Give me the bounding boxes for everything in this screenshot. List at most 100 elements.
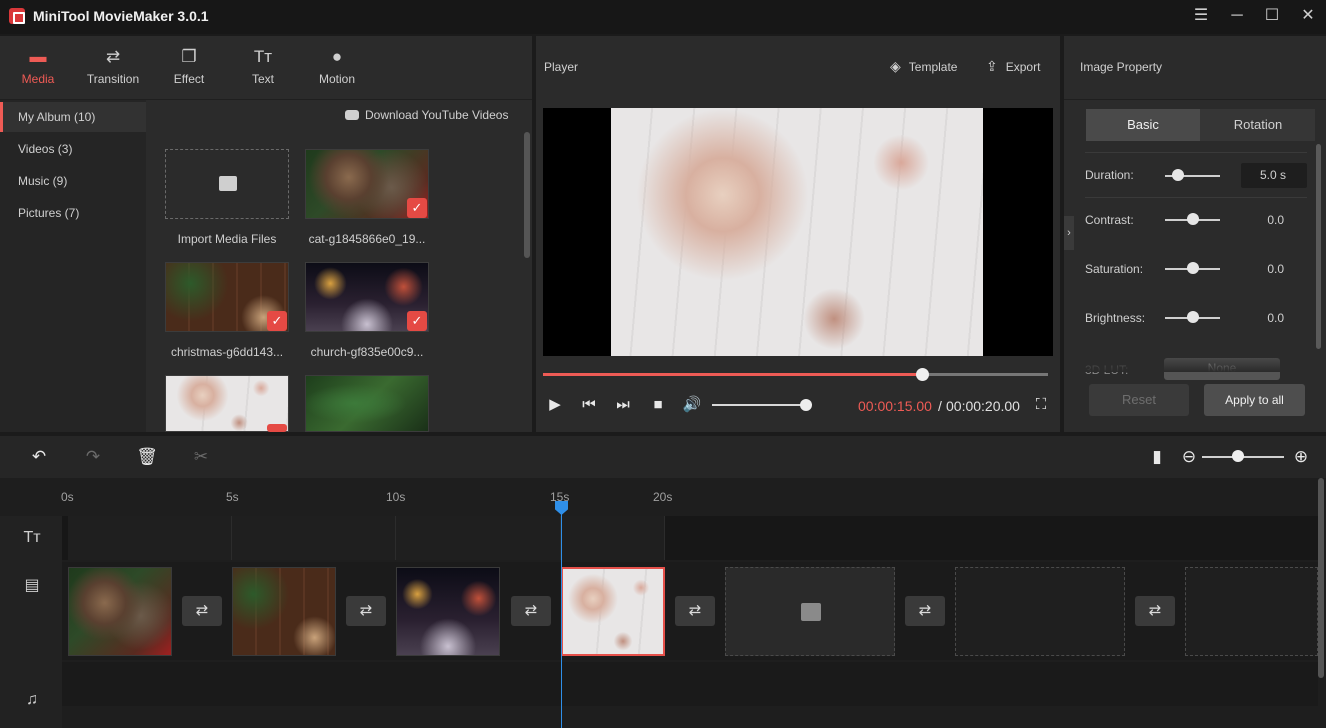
saturation-handle[interactable]	[1187, 262, 1199, 274]
contrast-value: 0.0	[1244, 213, 1284, 227]
delete-icon[interactable]: 🗑	[136, 446, 158, 468]
tab-label: Effect	[174, 72, 204, 86]
tab-transition[interactable]: ⇄ Transition	[78, 46, 148, 86]
album-item-videos[interactable]: Videos (3)	[0, 134, 146, 164]
transition-slot-icon[interactable]: ⇄	[905, 596, 945, 626]
timeline-scrollbar[interactable]	[1318, 478, 1324, 678]
tab-text[interactable]: Tт Text	[228, 46, 298, 86]
album-item-music[interactable]: Music (9)	[0, 166, 146, 196]
effect-icon: ❐	[154, 46, 224, 68]
media-scrollbar[interactable]	[524, 132, 530, 258]
saturation-value: 0.0	[1244, 262, 1284, 276]
collapse-panel-icon[interactable]: ›	[1064, 216, 1074, 250]
volume-icon[interactable]: 🔊	[682, 396, 702, 414]
duration-value: 5.0 s	[1246, 168, 1286, 182]
text-segment[interactable]	[561, 516, 665, 560]
youtube-icon	[345, 110, 359, 120]
audio-track[interactable]	[62, 662, 1318, 706]
text-icon: Tт	[228, 46, 298, 68]
minimize-icon[interactable]: ─	[1227, 6, 1247, 26]
volume-slider[interactable]	[712, 404, 806, 406]
empty-clip-slot[interactable]	[955, 567, 1125, 656]
redo-icon[interactable]: ↷	[82, 446, 104, 468]
brightness-label: Brightness:	[1085, 311, 1145, 325]
fit-timeline-icon[interactable]: ▮	[1146, 446, 1168, 468]
transition-slot-icon[interactable]: ⇄	[182, 596, 222, 626]
stop-icon[interactable]: ■	[648, 396, 668, 414]
media-panel: ▬ Media ⇄ Transition ❐ Effect Tт Text ● …	[0, 36, 532, 432]
title-bar: MiniTool MovieMaker 3.0.1 ☰ ─ ☐ ✕	[0, 0, 1326, 34]
export-label: Export	[1006, 60, 1041, 74]
reset-button[interactable]: Reset	[1089, 384, 1189, 416]
zoom-out-icon[interactable]: ⊖	[1178, 446, 1200, 468]
app-title: MiniTool MovieMaker 3.0.1	[33, 8, 209, 24]
media-thumb-leaf[interactable]	[305, 375, 429, 432]
timeline-clip-cat[interactable]	[68, 567, 172, 656]
playback-progress[interactable]	[543, 373, 1048, 376]
current-time: 00:00:15.00	[858, 398, 932, 414]
timeline-clip-church[interactable]	[396, 567, 500, 656]
previous-frame-icon[interactable]: ⏮	[579, 396, 599, 414]
text-segment[interactable]	[396, 516, 561, 560]
brightness-handle[interactable]	[1187, 311, 1199, 323]
video-track[interactable]: ⇄ ⇄ ⇄ ⇄ ⇄ ⇄	[62, 562, 1318, 660]
player-panel: Player ◈Template ⇪ Export ▶ ⏮ ⏭ ■ 🔊 00:00…	[536, 36, 1060, 432]
total-time: 00:00:20.00	[946, 398, 1020, 414]
maximize-icon[interactable]: ☐	[1262, 6, 1282, 26]
layers-icon: ◈	[890, 58, 901, 74]
album-item-my-album[interactable]: My Album (10)	[0, 102, 146, 132]
check-icon: ✓	[407, 198, 427, 218]
download-youtube-link[interactable]: Download YouTube Videos	[345, 108, 508, 122]
transition-slot-icon[interactable]: ⇄	[346, 596, 386, 626]
empty-clip-slot[interactable]	[1185, 567, 1318, 656]
video-preview[interactable]	[543, 108, 1053, 356]
text-segment[interactable]	[68, 516, 232, 560]
property-scrollbar[interactable]	[1316, 144, 1321, 349]
check-icon	[267, 424, 287, 432]
text-segment[interactable]	[232, 516, 396, 560]
zoom-handle[interactable]	[1232, 450, 1244, 462]
fullscreen-icon[interactable]: ⛶	[1031, 396, 1051, 414]
scroll-fade	[1064, 356, 1308, 372]
export-icon: ⇪	[986, 58, 998, 74]
motion-icon: ●	[302, 46, 372, 68]
time-ruler[interactable]: 0s 5s 10s 15s 20s	[62, 478, 1326, 516]
tab-motion[interactable]: ● Motion	[302, 46, 372, 86]
export-button[interactable]: ⇪ Export	[986, 58, 1040, 75]
zoom-in-icon[interactable]: ⊕	[1290, 446, 1312, 468]
ruler-tick: 0s	[61, 490, 74, 504]
import-media-button[interactable]	[165, 149, 289, 219]
folder-icon	[219, 176, 237, 191]
divider	[1064, 99, 1326, 100]
transition-slot-icon[interactable]: ⇄	[1135, 596, 1175, 626]
apply-to-all-button[interactable]: Apply to all	[1204, 384, 1305, 416]
empty-clip-slot[interactable]	[725, 567, 895, 656]
duration-label: Duration:	[1085, 168, 1134, 182]
volume-handle[interactable]	[800, 399, 812, 411]
progress-handle[interactable]	[916, 368, 929, 381]
transition-slot-icon[interactable]: ⇄	[675, 596, 715, 626]
split-scissors-icon[interactable]: ✂	[190, 446, 212, 468]
album-item-pictures[interactable]: Pictures (7)	[0, 198, 146, 228]
close-icon[interactable]: ✕	[1298, 6, 1318, 26]
ruler-tick: 10s	[386, 490, 405, 504]
tab-effect[interactable]: ❐ Effect	[154, 46, 224, 86]
contrast-handle[interactable]	[1187, 213, 1199, 225]
undo-icon[interactable]: ↶	[28, 446, 50, 468]
timeline-clip-christmas[interactable]	[232, 567, 336, 656]
duration-handle[interactable]	[1172, 169, 1184, 181]
tab-media[interactable]: ▬ Media	[3, 46, 73, 86]
import-media-label: Import Media Files	[165, 232, 289, 246]
playhead-line[interactable]	[561, 506, 562, 728]
player-label: Player	[544, 60, 578, 74]
tab-basic[interactable]: Basic	[1086, 109, 1200, 141]
play-icon[interactable]: ▶	[545, 396, 565, 414]
next-frame-icon[interactable]: ⏭	[613, 396, 633, 414]
text-track[interactable]	[62, 516, 1318, 560]
track-headers: Tт ▤ ♫	[0, 516, 62, 728]
timeline-clip-gift[interactable]	[561, 567, 665, 656]
tab-rotation[interactable]: Rotation	[1201, 109, 1315, 141]
template-button[interactable]: ◈Template	[890, 58, 957, 75]
hamburger-icon[interactable]: ☰	[1191, 6, 1211, 26]
transition-slot-icon[interactable]: ⇄	[511, 596, 551, 626]
